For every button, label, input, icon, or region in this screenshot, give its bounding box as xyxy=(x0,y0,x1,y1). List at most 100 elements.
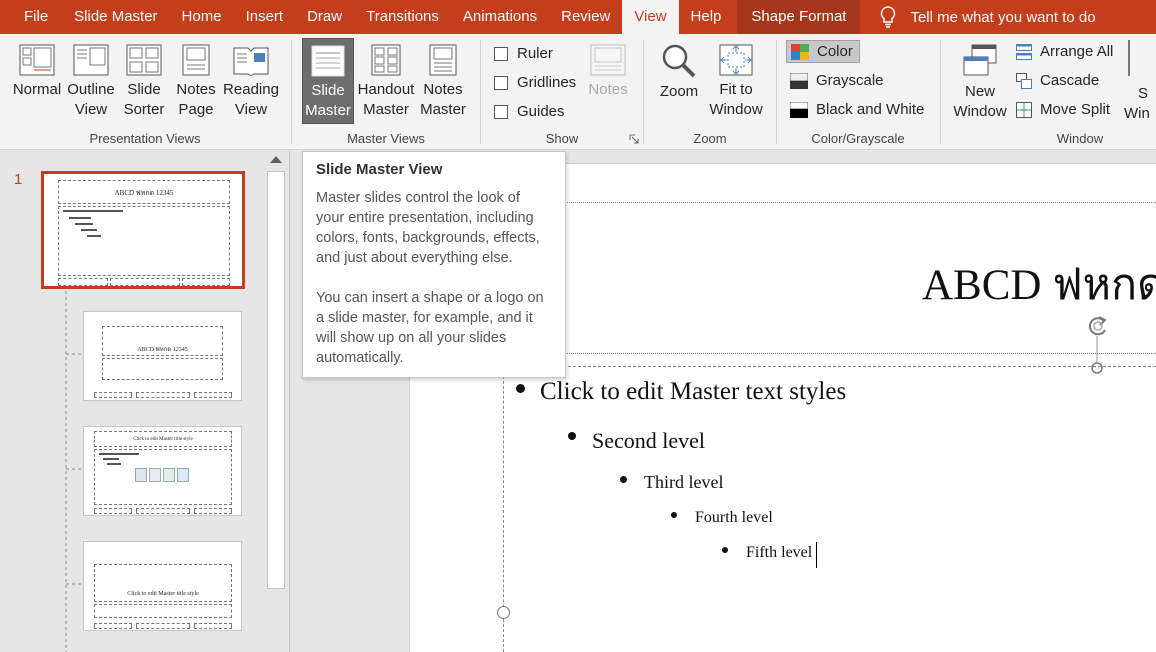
grayscale-button[interactable]: Grayscale xyxy=(790,72,884,89)
separator xyxy=(643,40,644,144)
reading-view-label-1: Reading xyxy=(223,81,279,98)
tab-help[interactable]: Help xyxy=(679,0,734,34)
slide-master-button[interactable]: Slide Master xyxy=(302,38,354,124)
text-level-1[interactable]: Click to edit Master text styles xyxy=(540,378,846,406)
thumbnail-title: Click to edit Master title style xyxy=(94,564,232,602)
smartart-icon xyxy=(163,468,175,482)
notes-master-button[interactable]: Notes Master xyxy=(418,38,468,120)
slide-thumbnail-pane: 1 ABCD ฟหกด 12345 ABCD ฟหกด 12345 Click … xyxy=(0,151,290,652)
move-split-button[interactable]: Move Split xyxy=(1016,101,1110,118)
slide-master-icon xyxy=(311,45,345,77)
thumbnail-footer xyxy=(136,623,190,629)
ruler-checkbox-box xyxy=(494,46,508,61)
normal-view-icon xyxy=(19,44,55,76)
tab-insert[interactable]: Insert xyxy=(234,0,296,34)
text-level-5[interactable]: Fifth level xyxy=(746,544,812,562)
thumbnail-footer xyxy=(182,278,230,286)
bullet-level-4 xyxy=(671,512,677,518)
handout-master-button[interactable]: Handout Master xyxy=(356,38,416,120)
separator xyxy=(776,40,777,144)
outline-view-button[interactable]: Outline View xyxy=(66,38,116,120)
gridlines-checkbox[interactable]: Gridlines xyxy=(494,74,576,91)
new-window-button[interactable]: New Window xyxy=(950,38,1010,122)
text-level-4[interactable]: Fourth level xyxy=(695,509,773,527)
lightbulb-icon xyxy=(881,6,896,28)
scroll-up-arrow-icon[interactable] xyxy=(270,156,282,163)
tooltip-paragraph-1: Master slides control the look of your e… xyxy=(316,190,540,266)
group-presentation-views: Normal Outline View Slide Sorter Notes P… xyxy=(0,34,290,150)
ruler-label: Ruler xyxy=(517,45,553,62)
slide-master-thumbnail[interactable]: ABCD ฟหกด 12345 xyxy=(41,171,245,289)
tab-file[interactable]: File xyxy=(0,0,62,34)
layout-thumbnail-section[interactable]: Click to edit Master title style xyxy=(83,541,242,631)
guides-checkbox[interactable]: Guides xyxy=(494,103,565,120)
tell-me-text: Tell me what you want to do xyxy=(910,8,1096,26)
layout-connector-lines xyxy=(65,291,82,652)
slide-sorter-icon xyxy=(126,44,162,76)
thumbnail-body xyxy=(94,604,232,618)
thumbnail-text-line xyxy=(103,458,119,460)
switch-windows-icon xyxy=(1128,40,1130,76)
tab-draw[interactable]: Draw xyxy=(295,0,354,34)
separator xyxy=(940,40,941,144)
tab-view[interactable]: View xyxy=(622,0,679,34)
layout-thumbnail-title[interactable]: ABCD ฟหกด 12345 xyxy=(83,311,242,401)
tab-review[interactable]: Review xyxy=(549,0,622,34)
layout-thumbnail-content[interactable]: Click to edit Master title style xyxy=(83,426,242,516)
bullet-level-2 xyxy=(568,432,576,440)
text-level-3[interactable]: Third level xyxy=(644,472,723,493)
tab-transitions[interactable]: Transitions xyxy=(354,0,451,34)
switch-windows-button[interactable]: S Win xyxy=(1124,84,1156,124)
ribbon: Normal Outline View Slide Sorter Notes P… xyxy=(0,34,1156,150)
thumbnail-body xyxy=(94,449,232,505)
black-white-button[interactable]: Black and White xyxy=(790,101,924,118)
text-level-2[interactable]: Second level xyxy=(592,428,705,454)
zoom-label: Zoom xyxy=(659,83,699,100)
thumbnail-footer xyxy=(136,392,190,398)
slide-master-label-1: Slide xyxy=(311,82,345,99)
handout-master-label-2: Master xyxy=(363,101,409,118)
zoom-group-label: Zoom xyxy=(693,131,727,146)
fit-to-window-button[interactable]: Fit to Window xyxy=(705,38,767,120)
group-window: New Window Arrange All Cascade Move Spli… xyxy=(942,34,1156,150)
rotate-handle-icon[interactable] xyxy=(1082,312,1116,374)
tab-animations[interactable]: Animations xyxy=(451,0,549,34)
arrange-all-button[interactable]: Arrange All xyxy=(1016,43,1113,60)
slide-sorter-button[interactable]: Slide Sorter xyxy=(122,38,166,120)
notes-button[interactable]: Notes xyxy=(584,38,632,100)
outline-view-label-2: View xyxy=(74,101,108,118)
thumbnail-text-line xyxy=(75,223,93,225)
table-icon xyxy=(135,468,147,482)
notes-page-button[interactable]: Notes Page xyxy=(174,38,218,120)
tab-slide-master[interactable]: Slide Master xyxy=(62,0,169,34)
move-split-label: Move Split xyxy=(1040,101,1111,118)
thumbnail-title: ABCD ฟหกด 12345 xyxy=(58,180,230,204)
grayscale-label: Grayscale xyxy=(816,72,884,89)
black-white-icon xyxy=(790,101,808,118)
reading-view-icon xyxy=(233,47,269,76)
normal-view-button[interactable]: Normal xyxy=(10,38,64,100)
cascade-button[interactable]: Cascade xyxy=(1016,72,1099,89)
ruler-checkbox[interactable]: Ruler xyxy=(494,45,553,62)
zoom-button[interactable]: Zoom xyxy=(655,38,703,102)
resize-handle[interactable] xyxy=(497,606,510,619)
group-color-grayscale: Color Grayscale Black and White Color/Gr… xyxy=(778,34,938,150)
slide-sorter-label-2: Sorter xyxy=(123,101,165,118)
reading-view-button[interactable]: Reading View xyxy=(222,38,280,120)
slide-number: 1 xyxy=(14,171,23,188)
body-placeholder[interactable] xyxy=(503,366,1156,652)
bullet-level-5 xyxy=(722,547,728,553)
text-cursor xyxy=(816,542,817,568)
thumbnail-footer xyxy=(94,392,132,398)
tab-shape-format[interactable]: Shape Format xyxy=(737,0,861,34)
color-button[interactable]: Color xyxy=(786,40,860,63)
scrollbar-thumb[interactable] xyxy=(267,171,285,589)
tell-me-search[interactable]: Tell me what you want to do xyxy=(880,6,1096,28)
bullet-level-3 xyxy=(620,476,627,483)
notes-page-icon xyxy=(182,44,210,76)
guides-label: Guides xyxy=(517,103,565,120)
thumbnail-footer xyxy=(58,278,108,286)
slide-title[interactable]: ABCD ฟหกด xyxy=(922,250,1156,318)
tab-home[interactable]: Home xyxy=(170,0,234,34)
new-window-icon xyxy=(963,44,997,76)
